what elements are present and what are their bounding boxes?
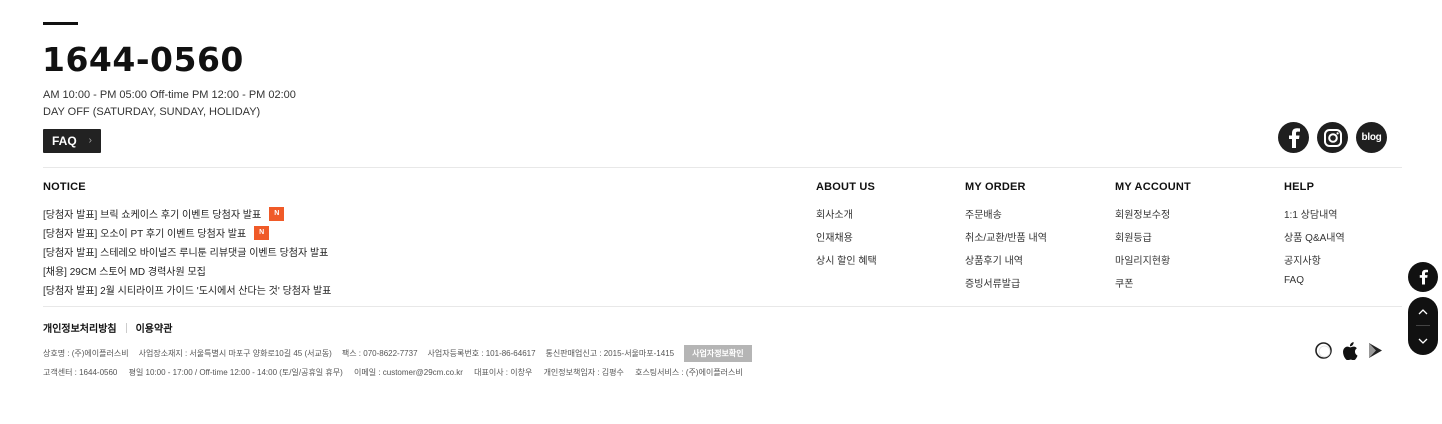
notice-item[interactable]: [당첨자 발표] 브릭 쇼케이스 후기 이벤트 당첨자 발표 N xyxy=(43,204,331,223)
notice-item[interactable]: [채용] 29CM 스토어 MD 경력사원 모집 xyxy=(43,261,331,280)
company-privacy-officer: 개인정보책임자 : 김평수 xyxy=(543,368,624,377)
company-ceo: 대표이사 : 이창우 xyxy=(474,368,533,377)
about-us-title: ABOUT US xyxy=(816,181,876,193)
footer-link[interactable]: 증빙서류발급 xyxy=(965,275,1047,298)
my-order-title: MY ORDER xyxy=(965,181,1026,193)
footer-link[interactable]: 공지사항 xyxy=(1284,252,1345,275)
my-account-title: MY ACCOUNT xyxy=(1115,181,1191,193)
instagram-icon[interactable] xyxy=(1317,122,1348,153)
notice-list: [당첨자 발표] 브릭 쇼케이스 후기 이벤트 당첨자 발표 N [당첨자 발표… xyxy=(43,204,331,299)
company-email: 이메일 : customer@29cm.co.kr xyxy=(354,368,463,377)
policy-links: 개인정보처리방침 이용약관 xyxy=(43,320,172,335)
my-account-links: 회원정보수정 회원등급 마일리지현황 쿠폰 xyxy=(1115,206,1170,298)
footer-link[interactable]: 상품후기 내역 xyxy=(965,252,1047,275)
footer-link[interactable]: 회원정보수정 xyxy=(1115,206,1170,229)
app-icons xyxy=(1315,341,1384,360)
company-center: 고객센터 : 1644-0560 xyxy=(43,368,118,377)
chevron-down-icon[interactable] xyxy=(1408,326,1438,355)
company-hosting: 호스팅서비스 : (주)에이플러스비 xyxy=(635,368,743,377)
notice-item[interactable]: [당첨자 발표] 오소이 PT 후기 이벤트 당첨자 발표 N xyxy=(43,223,331,242)
divider xyxy=(43,306,1402,307)
notice-item[interactable]: [당첨자 발표] 스테레오 바이널즈 루니툰 리뷰댓글 이벤트 당첨자 발표 xyxy=(43,242,331,261)
footer-link[interactable]: 상시 할인 혜택 xyxy=(816,252,877,275)
top-accent-bar xyxy=(43,22,78,25)
privacy-policy-link[interactable]: 개인정보처리방침 xyxy=(43,320,117,335)
company-fax: 팩스 : 070-8622-7737 xyxy=(341,349,418,358)
blog-icon[interactable]: blog xyxy=(1356,122,1387,153)
biz-info-check-button[interactable]: 사업자정보확인 xyxy=(684,345,752,362)
company-address: 사업장소재지 : 서울특별시 마포구 양화로10길 45 (서교동) xyxy=(138,349,332,358)
footer-link[interactable]: 상품 Q&A내역 xyxy=(1284,229,1345,252)
about-us-links: 회사소개 인재채용 상시 할인 혜택 xyxy=(816,206,877,275)
divider xyxy=(43,167,1402,168)
apple-icon[interactable] xyxy=(1341,341,1358,360)
my-order-links: 주문배송 취소/교환/반품 내역 상품후기 내역 증빙서류발급 xyxy=(965,206,1047,298)
chevron-up-icon[interactable] xyxy=(1408,297,1438,326)
help-links: 1:1 상담내역 상품 Q&A내역 공지사항 FAQ xyxy=(1284,206,1345,298)
new-badge: N xyxy=(269,206,285,221)
company-name: 상호명 : (주)에이플러스비 xyxy=(43,349,129,358)
faq-button-label: FAQ xyxy=(52,134,77,148)
notice-item-text: [채용] 29CM 스토어 MD 경력사원 모집 xyxy=(43,267,206,278)
company-info-line-2: 고객센터 : 1644-0560 평일 10:00 - 17:00 / Off-… xyxy=(43,367,752,378)
new-badge: N xyxy=(254,225,270,240)
notice-item-text: [당첨자 발표] 오소이 PT 후기 이벤트 당첨자 발표 xyxy=(43,229,247,240)
company-weekday: 평일 10:00 - 17:00 / Off-time 12:00 - 14:0… xyxy=(128,368,343,377)
cs-hours: AM 10:00 - PM 05:00 Off-time PM 12:00 - … xyxy=(43,89,296,101)
footer-link[interactable]: 마일리지현황 xyxy=(1115,252,1170,275)
cs-dayoff: DAY OFF (SATURDAY, SUNDAY, HOLIDAY) xyxy=(43,106,261,118)
footer-link[interactable]: 1:1 상담내역 xyxy=(1284,206,1345,229)
google-play-icon[interactable] xyxy=(1367,342,1384,359)
footer-link[interactable]: FAQ xyxy=(1284,275,1345,298)
footer-link[interactable]: 취소/교환/반품 내역 xyxy=(965,229,1047,252)
facebook-icon[interactable] xyxy=(1278,122,1309,153)
scroll-nav xyxy=(1408,297,1438,355)
notice-item[interactable]: [당첨자 발표] 2월 시티라이프 가이드 '도시에서 산다는 것' 당첨자 발… xyxy=(43,280,331,299)
separator xyxy=(125,322,127,333)
app-circle-icon[interactable] xyxy=(1315,342,1332,359)
terms-link[interactable]: 이용약관 xyxy=(136,320,173,335)
footer-link[interactable]: 주문배송 xyxy=(965,206,1047,229)
company-bizno: 사업자등록번호 : 101-86-64617 xyxy=(427,349,536,358)
footer-link[interactable]: 인재채용 xyxy=(816,229,877,252)
notice-title: NOTICE xyxy=(43,181,86,193)
footer-link[interactable]: 회원등급 xyxy=(1115,229,1170,252)
chevron-right-icon: › xyxy=(88,135,92,146)
notice-item-text: [당첨자 발표] 스테레오 바이널즈 루니툰 리뷰댓글 이벤트 당첨자 발표 xyxy=(43,248,329,259)
footer-link[interactable]: 회사소개 xyxy=(816,206,877,229)
notice-item-text: [당첨자 발표] 2월 시티라이프 가이드 '도시에서 산다는 것' 당첨자 발… xyxy=(43,286,332,297)
floating-facebook-icon[interactable] xyxy=(1408,262,1438,292)
cs-phone-number: 1644-0560 xyxy=(42,40,244,79)
company-info-line-1: 상호명 : (주)에이플러스비 사업장소재지 : 서울특별시 마포구 양화로10… xyxy=(43,345,762,362)
footer-link[interactable]: 쿠폰 xyxy=(1115,275,1170,298)
blog-label: blog xyxy=(1361,132,1382,143)
company-ecommerce: 통신판매업신고 : 2015-서울마포-1415 xyxy=(545,349,675,358)
help-title: HELP xyxy=(1284,181,1315,193)
faq-button[interactable]: FAQ › xyxy=(43,129,101,153)
notice-item-text: [당첨자 발표] 브릭 쇼케이스 후기 이벤트 당첨자 발표 xyxy=(43,210,262,221)
